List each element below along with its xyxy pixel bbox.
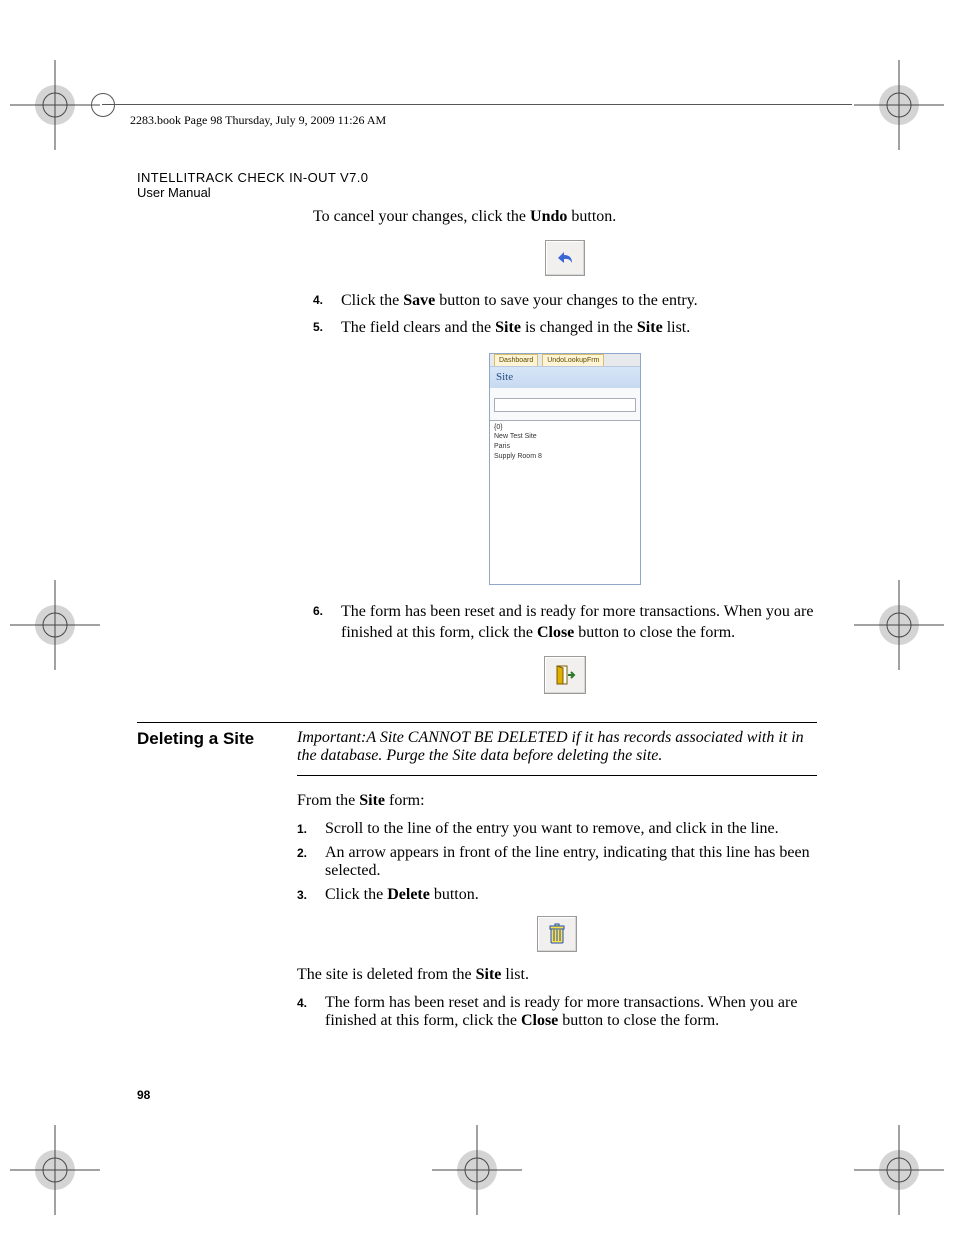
- body-column: To cancel your changes, click the Undo b…: [313, 206, 817, 694]
- crop-mark-icon: [854, 60, 944, 150]
- doc-title: INTELLITRACK CHECK IN-OUT V7.0: [137, 170, 817, 185]
- list-item: 6. The form has been reset and is ready …: [313, 601, 817, 644]
- screenshot-tab: UndoLookupFrm: [542, 354, 604, 366]
- content-area: INTELLITRACK CHECK IN-OUT V7.0 User Manu…: [137, 170, 817, 1036]
- frame-rule: [102, 104, 852, 106]
- screenshot-row: Paris: [494, 442, 636, 452]
- section-heading: Deleting a Site: [137, 729, 297, 1036]
- lead-line: From the Site form:: [297, 792, 817, 810]
- section-body: Important:A Site CANNOT BE DELETED if it…: [297, 729, 817, 1036]
- screenshot-tab: Dashboard: [494, 354, 538, 366]
- list-item: 3. Click the Delete button.: [297, 886, 817, 904]
- list-item: 4. Click the Save button to save your ch…: [313, 290, 817, 312]
- section-deleting-a-site: Deleting a Site Important:A Site CANNOT …: [137, 722, 817, 1036]
- list-item: 2. An arrow appears in front of the line…: [297, 844, 817, 880]
- frame-ring-icon: [91, 93, 115, 117]
- doc-subtitle: User Manual: [137, 185, 817, 200]
- screenshot-row: Supply Room 8: [494, 452, 636, 462]
- list-item: 5. The field clears and the Site is chan…: [313, 317, 817, 339]
- crop-mark-icon: [10, 580, 100, 670]
- steps-list-2: 6. The form has been reset and is ready …: [313, 601, 817, 644]
- crop-mark-icon: [10, 60, 100, 150]
- close-door-icon: [544, 656, 586, 694]
- undo-icon: [545, 240, 585, 276]
- list-item: 4. The form has been reset and is ready …: [297, 994, 817, 1030]
- site-form-screenshot: Dashboard UndoLookupFrm Site {0} New Tes…: [489, 353, 641, 585]
- trash-icon: [537, 916, 577, 952]
- document-page: 2283.book Page 98 Thursday, July 9, 2009…: [0, 0, 954, 1235]
- screenshot-row: {0}: [494, 423, 636, 433]
- screenshot-list: {0} New Test Site Paris Supply Room 8: [490, 420, 640, 584]
- intro-line: To cancel your changes, click the Undo b…: [313, 206, 817, 228]
- screenshot-row: New Test Site: [494, 432, 636, 442]
- important-note: Important:A Site CANNOT BE DELETED if it…: [297, 729, 817, 776]
- steps-list-1: 4. Click the Save button to save your ch…: [313, 290, 817, 339]
- list-item: 1. Scroll to the line of the entry you w…: [297, 820, 817, 838]
- crop-mark-icon: [854, 1125, 944, 1215]
- screenshot-input: [494, 398, 636, 412]
- crop-mark-icon: [854, 580, 944, 670]
- delete-steps-list-2: 4. The form has been reset and is ready …: [297, 994, 817, 1030]
- after-delete-line: The site is deleted from the Site list.: [297, 966, 817, 984]
- screenshot-tabs: Dashboard UndoLookupFrm: [490, 354, 640, 367]
- page-number: 98: [137, 1088, 150, 1102]
- crop-mark-icon: [10, 1125, 100, 1215]
- crop-mark-icon: [432, 1125, 522, 1215]
- screenshot-title: Site: [490, 367, 640, 388]
- delete-steps-list: 1. Scroll to the line of the entry you w…: [297, 820, 817, 904]
- book-header: 2283.book Page 98 Thursday, July 9, 2009…: [130, 113, 386, 128]
